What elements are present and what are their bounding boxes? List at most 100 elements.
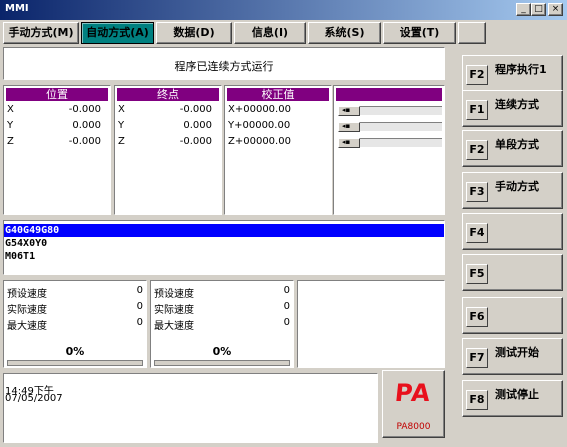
correction-header: 校正值 (227, 88, 329, 101)
fkey-label: 测试开始 (495, 346, 539, 359)
tab-settings[interactable]: 设置(T) (383, 22, 456, 44)
fkey-badge: F6 (466, 307, 488, 327)
speed-row: 最大速度 0 (7, 317, 143, 332)
axis-label: Y (118, 120, 125, 131)
fkey-f5[interactable]: F5 (462, 254, 563, 291)
tab-auto-mode[interactable]: 自动方式(A) (81, 22, 154, 44)
speed-value: 0 (283, 301, 290, 312)
axis-value: -0.000 (179, 104, 212, 115)
position-row-x: X -0.000 (7, 104, 107, 118)
speed-row: 实际速度 0 (154, 301, 290, 316)
speed-percent: 0% (65, 345, 85, 358)
speed-progress-bar (154, 360, 290, 366)
tab-data[interactable]: 数据(D) (156, 22, 232, 44)
speed-value: 0 (283, 317, 290, 328)
close-button[interactable]: × (548, 3, 563, 16)
speed-label: 实际速度 (7, 305, 47, 316)
logo-box: PA PA8000 (382, 370, 445, 438)
fkey-badge: F4 (466, 223, 488, 243)
title-bar: MMI _ □ × (0, 0, 567, 20)
position-row-y: Y 0.000 (7, 120, 107, 134)
fkey-label: 单段方式 (495, 138, 539, 151)
program-line[interactable]: G40G49G80 (4, 224, 444, 237)
fkey-test-stop[interactable]: F8 测试停止 (462, 380, 563, 417)
position-row-z: Z -0.000 (7, 136, 107, 150)
fkey-f4[interactable]: F4 (462, 213, 563, 250)
blank-panel (297, 280, 445, 368)
fkey-badge: F2 (466, 140, 488, 160)
fkey-label: 程序执行1 (495, 63, 547, 76)
fkey-badge: F3 (466, 182, 488, 202)
slider-track-y[interactable]: ◂▪ (338, 122, 442, 132)
endpoint-row-y: Y 0.000 (118, 120, 218, 134)
tab-manual-mode[interactable]: 手动方式(M) (3, 22, 79, 44)
fkey-manual-mode[interactable]: F3 手动方式 (462, 172, 563, 209)
axis-value: -0.000 (179, 136, 212, 147)
correction-row-y: Y+00000.00 (228, 120, 291, 131)
slider-arrow-icon: ◂▪ (342, 122, 351, 130)
fkey-single-step-mode[interactable]: F2 单段方式 (462, 130, 563, 167)
speed-value: 0 (136, 317, 143, 328)
speed-value: 0 (136, 301, 143, 312)
clock-date: 07/05/2007 (5, 393, 63, 404)
correction-row-x: X+00000.00 (228, 104, 291, 115)
tab-blank[interactable] (458, 22, 486, 44)
endpoint-panel: 终点 X -0.000 Y 0.000 Z -0.000 (114, 85, 222, 215)
axis-label: Z (7, 136, 14, 147)
tab-system[interactable]: 系统(S) (308, 22, 381, 44)
endpoint-row-x: X -0.000 (118, 104, 218, 118)
fkey-test-start[interactable]: F7 测试开始 (462, 338, 563, 375)
fkey-label: 测试停止 (495, 388, 539, 401)
status-message: 程序已连续方式运行 (174, 60, 274, 73)
speed-label: 实际速度 (154, 305, 194, 316)
pa-logo: PA (393, 379, 433, 407)
position-header: 位置 (6, 88, 108, 101)
fkey-badge: F7 (466, 348, 488, 368)
program-line[interactable]: M06T1 (4, 250, 444, 263)
status-box: 程序已连续方式运行 (3, 47, 445, 80)
axis-value: 0.000 (72, 120, 101, 131)
slider-thumb[interactable]: ◂▪ (338, 122, 360, 132)
speed-label: 预设速度 (7, 289, 47, 300)
slider-arrow-icon: ◂▪ (342, 138, 351, 146)
axis-label: X (118, 104, 125, 115)
window-title: MMI (5, 3, 29, 14)
speed-row: 预设速度 0 (154, 285, 290, 300)
axis-value: -0.000 (68, 104, 101, 115)
axis-label: Y (7, 120, 14, 131)
override-slider-panel: ◂▪ ◂▪ ◂▪ (333, 85, 445, 215)
axis-label: Z (118, 136, 125, 147)
slider-track-x[interactable]: ◂▪ (338, 106, 442, 116)
fkey-label: 手动方式 (495, 180, 539, 193)
slider-track-z[interactable]: ◂▪ (338, 138, 442, 148)
fkey-f6[interactable]: F6 (462, 297, 563, 334)
maximize-button[interactable]: □ (531, 3, 546, 16)
speed-label: 预设速度 (154, 289, 194, 300)
speed-progress-bar (7, 360, 143, 366)
fkey-label: 连续方式 (495, 98, 539, 111)
program-line[interactable]: G54X0Y0 (4, 237, 444, 250)
fkey-badge: F1 (466, 100, 488, 120)
speed-label: 最大速度 (154, 321, 194, 332)
fkey-badge: F5 (466, 264, 488, 284)
correction-row-z: Z+00000.00 (228, 136, 291, 147)
fkey-program-run[interactable]: F2 程序执行1 (462, 55, 563, 92)
slider-thumb[interactable]: ◂▪ (338, 106, 360, 116)
fkey-badge: F8 (466, 390, 488, 410)
speed-row: 最大速度 0 (154, 317, 290, 332)
speed-label: 最大速度 (7, 321, 47, 332)
endpoint-row-z: Z -0.000 (118, 136, 218, 150)
program-listing[interactable]: G40G49G80 G54X0Y0 M06T1 (3, 220, 445, 275)
speed-row: 预设速度 0 (7, 285, 143, 300)
fkey-badge: F2 (466, 65, 488, 85)
axis-value: 0.000 (183, 120, 212, 131)
clock-box: 14:49下午 07/05/2007 (3, 373, 378, 443)
speed-panel-right: 预设速度 0 实际速度 0 最大速度 0 0% (150, 280, 294, 368)
speed-value: 0 (283, 285, 290, 296)
slider-thumb[interactable]: ◂▪ (338, 138, 360, 148)
tab-info[interactable]: 信息(I) (234, 22, 306, 44)
minimize-button[interactable]: _ (516, 3, 531, 16)
logo-model: PA8000 (396, 422, 431, 432)
axis-label: X (7, 104, 14, 115)
fkey-continuous-mode[interactable]: F1 连续方式 (462, 90, 563, 127)
